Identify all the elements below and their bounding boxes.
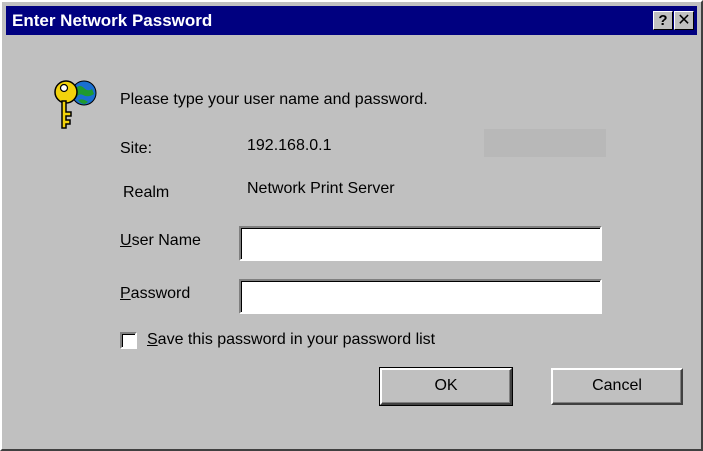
password-label: Password (120, 284, 190, 304)
close-button[interactable]: ✕ (674, 11, 694, 30)
ok-button[interactable]: OK (379, 367, 513, 406)
password-input[interactable] (239, 279, 602, 314)
realm-value: Network Print Server (247, 180, 395, 197)
save-password-label[interactable]: Save this password in your password list (147, 330, 435, 350)
site-label: Site: (120, 140, 153, 157)
save-password-checkbox[interactable] (120, 332, 137, 349)
user-name-mnemonic: U (120, 232, 132, 249)
user-name-label-rest: ser Name (131, 232, 201, 249)
user-name-input[interactable] (239, 226, 602, 261)
window-title: Enter Network Password (12, 11, 213, 30)
save-password-mnemonic: S (147, 331, 158, 348)
user-name-label: User Name (120, 231, 201, 251)
realm-label: Realm (123, 184, 170, 201)
password-mnemonic: P (120, 285, 131, 302)
help-button[interactable]: ? (653, 11, 673, 30)
site-value-shade (484, 129, 606, 157)
key-icon (54, 80, 97, 129)
network-password-dialog: Enter Network Password ? ✕ Please type y… (0, 0, 703, 451)
site-value: 192.168.0.1 (247, 137, 332, 154)
save-password-label-rest: ave this password in your password list (157, 331, 436, 348)
instructions-text: Please type your user name and password. (120, 91, 428, 108)
title-bar[interactable]: Enter Network Password ? ✕ (6, 6, 697, 35)
password-label-rest: assword (130, 285, 191, 302)
cancel-button[interactable]: Cancel (551, 368, 683, 405)
